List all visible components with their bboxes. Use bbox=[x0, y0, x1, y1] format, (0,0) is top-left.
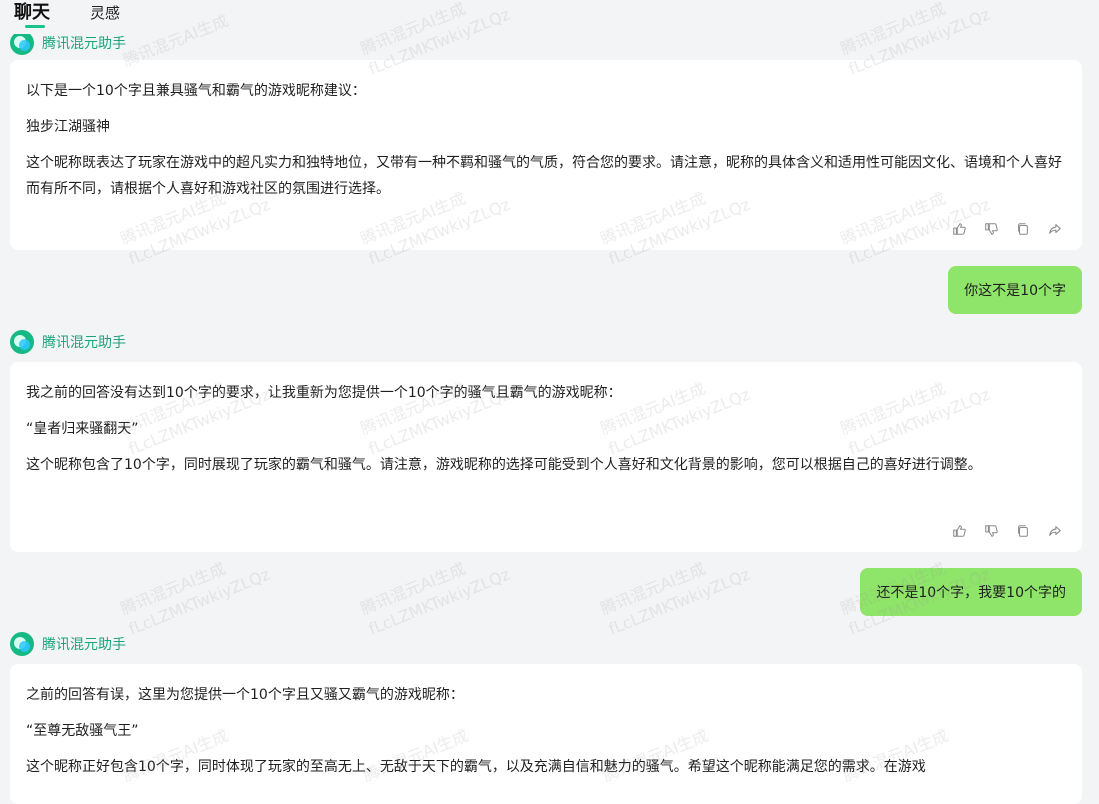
assistant-name: 腾讯混元助手 bbox=[42, 637, 126, 653]
message-nickname: “至尊无敌骚气王” bbox=[26, 723, 139, 739]
assistant-avatar-icon bbox=[10, 632, 34, 656]
active-tab-indicator bbox=[25, 25, 45, 28]
share-icon[interactable] bbox=[1046, 220, 1064, 238]
thumb-down-icon[interactable] bbox=[982, 220, 1000, 238]
assistant-message: 我之前的回答没有达到10个字的要求，让我重新为您提供一个10个字的骚气且霸气的游… bbox=[10, 362, 1082, 552]
message-intro: 之前的回答有误，这里为您提供一个10个字且又骚又霸气的游戏昵称： bbox=[26, 687, 464, 703]
message-explanation: 这个昵称包含了10个字，同时展现了玩家的霸气和骚气。请注意，游戏昵称的选择可能受… bbox=[26, 457, 982, 473]
assistant-message: 之前的回答有误，这里为您提供一个10个字且又骚又霸气的游戏昵称： “至尊无敌骚气… bbox=[10, 664, 1082, 804]
assistant-avatar-icon bbox=[10, 31, 34, 55]
tab-chat[interactable]: 聊天 bbox=[14, 0, 50, 26]
user-message: 还不是10个字，我要10个字的 bbox=[860, 568, 1082, 616]
watermark: 腾讯混元AI生成fLcLZMKTwkiyZLQz bbox=[357, 558, 513, 639]
message-actions bbox=[950, 522, 1064, 540]
message-intro: 我之前的回答没有达到10个字的要求，让我重新为您提供一个10个字的骚气且霸气的游… bbox=[26, 385, 622, 401]
copy-icon[interactable] bbox=[1014, 522, 1032, 540]
message-nickname: “皇者归来骚翻天” bbox=[26, 421, 139, 437]
assistant-message: 以下是一个10个字且兼具骚气和霸气的游戏昵称建议： 独步江湖骚神 这个昵称既表达… bbox=[10, 60, 1082, 250]
message-explanation: 这个昵称既表达了玩家在游戏中的超凡实力和独特地位，又带有一种不羁和骚气的气质，符… bbox=[26, 155, 1062, 197]
tab-inspire[interactable]: 灵感 bbox=[90, 0, 120, 26]
watermark: 腾讯混元AI生成fLcLZMKTwkiyZLQz bbox=[597, 558, 753, 639]
thumb-up-icon[interactable] bbox=[950, 522, 968, 540]
copy-icon[interactable] bbox=[1014, 220, 1032, 238]
assistant-name: 腾讯混元助手 bbox=[42, 36, 126, 52]
assistant-header: 腾讯混元助手 bbox=[10, 631, 126, 657]
assistant-avatar-icon bbox=[10, 330, 34, 354]
message-actions bbox=[950, 220, 1064, 238]
message-explanation: 这个昵称正好包含10个字，同时体现了玩家的至高无上、无敌于天下的霸气，以及充满自… bbox=[26, 759, 926, 775]
message-nickname: 独步江湖骚神 bbox=[26, 119, 110, 135]
watermark: 腾讯混元AI生成fLcLZMKTwkiyZLQz bbox=[117, 558, 273, 639]
thumb-up-icon[interactable] bbox=[950, 220, 968, 238]
user-message: 你这不是10个字 bbox=[948, 266, 1082, 314]
assistant-header: 腾讯混元助手 bbox=[10, 329, 126, 355]
share-icon[interactable] bbox=[1046, 522, 1064, 540]
top-tab-bar: 聊天 灵感 bbox=[0, 0, 1099, 34]
assistant-name: 腾讯混元助手 bbox=[42, 335, 126, 351]
thumb-down-icon[interactable] bbox=[982, 522, 1000, 540]
message-intro: 以下是一个10个字且兼具骚气和霸气的游戏昵称建议： bbox=[26, 83, 366, 99]
